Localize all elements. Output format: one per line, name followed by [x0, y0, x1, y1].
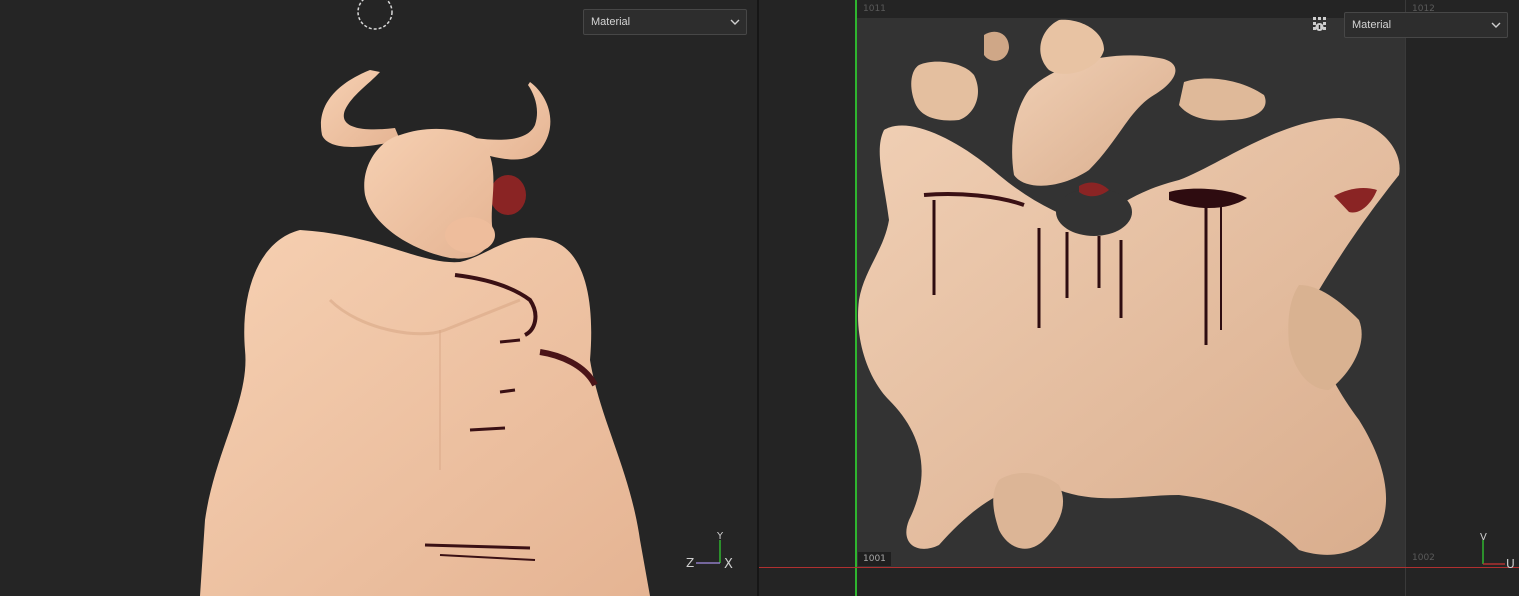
axis-gizmo-2d: V U: [1480, 532, 1515, 571]
viewport-3d[interactable]: Material Y Z X: [0, 0, 757, 596]
axis-v-label: V: [1480, 532, 1487, 543]
axis-y-label: Y: [716, 531, 724, 542]
axis-gizmo-3d: Y Z X: [686, 531, 733, 572]
material-select-value: Material: [1352, 19, 1392, 31]
axis-z-label: Z: [686, 556, 694, 570]
axis-u-label: U: [1506, 557, 1515, 571]
material-select-2d[interactable]: Material: [1344, 12, 1508, 38]
chevron-down-icon: [1491, 13, 1501, 46]
viewport-2d-uv[interactable]: 1011 1012 1001 1002 Material V U: [759, 0, 1519, 596]
model-render-3d: [200, 70, 650, 596]
axis-x-label: X: [724, 557, 733, 572]
display-settings-icon[interactable]: [1312, 16, 1328, 39]
material-select-3d[interactable]: Material: [583, 9, 747, 35]
chevron-down-icon: [730, 10, 740, 43]
rotate-cursor-icon: [357, 0, 393, 30]
uv-texture-map: [858, 19, 1400, 555]
material-select-value: Material: [591, 16, 631, 28]
